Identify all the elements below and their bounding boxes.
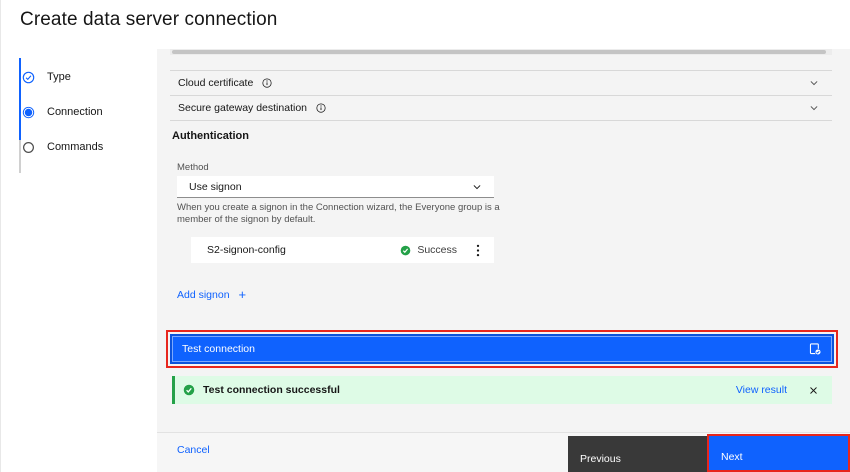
annotation-highlight-next: Next (707, 434, 850, 472)
signon-row[interactable]: S2-signon-config Success (191, 237, 494, 263)
signon-name: S2-signon-config (207, 244, 400, 256)
overflow-menu-icon[interactable] (474, 242, 482, 259)
add-icon: + (239, 290, 247, 300)
accordion-label: Secure gateway destination (178, 102, 307, 114)
previous-button[interactable]: Previous (568, 436, 709, 472)
connection-accordion: Cloud certificate Secure gateway destina… (170, 70, 832, 121)
method-label: Method (177, 162, 209, 173)
progress-line-active (19, 58, 21, 140)
page-title: Create data server connection (20, 9, 277, 31)
progress-line-incomplete (19, 140, 21, 173)
test-connection-button[interactable]: Test connection (170, 334, 834, 364)
horizontal-scrollbar[interactable] (170, 49, 832, 55)
add-signon-link[interactable]: Add signon + (177, 289, 246, 301)
step-commands[interactable]: Commands (22, 140, 103, 154)
accordion-label: Cloud certificate (178, 77, 253, 89)
step-incomplete-icon (22, 141, 35, 154)
step-connection[interactable]: Connection (22, 105, 103, 119)
success-notification: Test connection successful View result (172, 376, 832, 404)
step-type[interactable]: Type (22, 70, 71, 84)
authentication-heading: Authentication (172, 130, 249, 142)
view-result-link[interactable]: View result (736, 384, 787, 396)
success-check-icon (400, 245, 411, 256)
next-button[interactable]: Next (709, 436, 848, 470)
test-connection-label: Test connection (182, 343, 255, 355)
accordion-item-cloud-certificate[interactable]: Cloud certificate (170, 70, 832, 95)
notification-title: Test connection successful (203, 384, 340, 396)
step-label: Commands (47, 141, 103, 153)
method-dropdown-value: Use signon (189, 181, 472, 193)
scrollbar-thumb[interactable] (172, 50, 826, 54)
accordion-item-secure-gateway[interactable]: Secure gateway destination (170, 95, 832, 120)
chevron-down-icon (809, 103, 819, 113)
success-check-icon (183, 384, 195, 396)
close-icon[interactable] (807, 384, 820, 397)
signon-helper-text: When you create a signon in the Connecti… (177, 202, 509, 225)
create-data-server-connection-dialog: Create data server connection Type Conne… (0, 0, 850, 472)
chevron-down-icon (472, 182, 482, 192)
cancel-button[interactable]: Cancel (177, 444, 210, 456)
status-label: Success (417, 244, 457, 256)
method-dropdown[interactable]: Use signon (177, 176, 494, 198)
chevron-down-icon (809, 78, 819, 88)
step-label: Type (47, 71, 71, 83)
info-icon[interactable] (316, 103, 326, 113)
annotation-highlight-test-connection: Test connection (166, 330, 838, 368)
step-label: Connection (47, 106, 103, 118)
step-complete-icon (22, 71, 35, 84)
step-current-icon (22, 106, 35, 119)
status-badge: Success (400, 244, 457, 256)
test-connection-icon (808, 342, 822, 356)
add-signon-label: Add signon (177, 289, 230, 301)
info-icon[interactable] (262, 78, 272, 88)
